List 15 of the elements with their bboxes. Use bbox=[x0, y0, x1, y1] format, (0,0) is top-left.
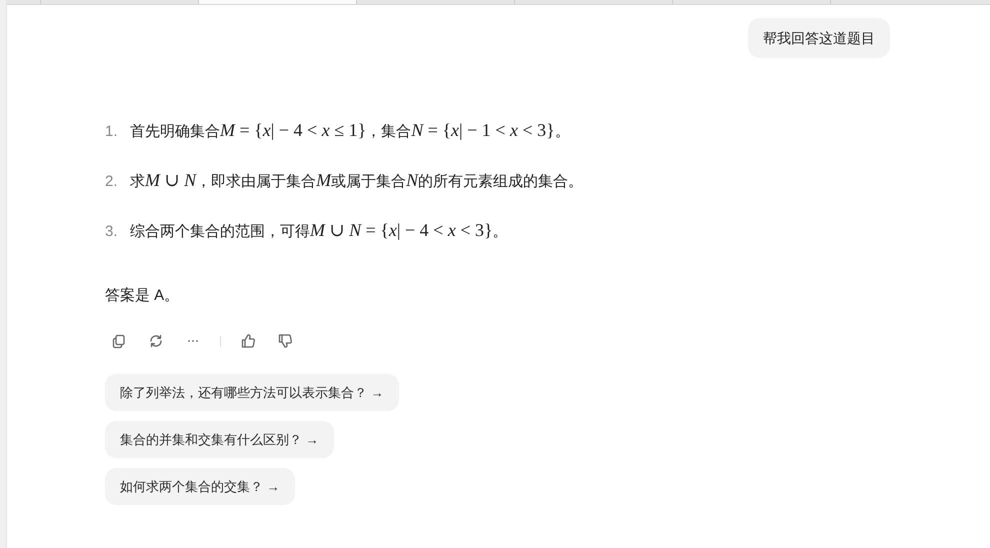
step-text: 综合两个集合的范围，可得M ∪ N = {x| − 4 < x < 3}。 bbox=[130, 219, 508, 242]
answer-text: 答案是 A。 bbox=[105, 286, 180, 306]
list-number: 2. bbox=[105, 172, 119, 192]
suggestion-button[interactable]: 如何求两个集合的交集？ → bbox=[105, 468, 295, 505]
suggestion-button[interactable]: 除了列举法，还有哪些方法可以表示集合？ → bbox=[105, 374, 399, 411]
thumbs-down-icon[interactable] bbox=[277, 333, 293, 349]
list-number: 3. bbox=[105, 222, 119, 242]
thumbs-up-icon[interactable] bbox=[240, 333, 256, 349]
step-text: 求M ∪ N，即求由属于集合M或属于集合N的所有元素组成的集合。 bbox=[130, 169, 584, 192]
user-message: 帮我回答这道题目 bbox=[748, 18, 890, 58]
suggestion-button[interactable]: 集合的并集和交集有什么区别？ → bbox=[105, 421, 334, 458]
copy-icon[interactable] bbox=[111, 333, 127, 349]
list-number: 1. bbox=[105, 122, 119, 142]
refresh-icon[interactable] bbox=[148, 333, 164, 349]
step-text: 首先明确集合M = {x| − 4 < x ≤ 1}，集合N = {x| − 1 < x < 3}。 bbox=[130, 119, 570, 142]
